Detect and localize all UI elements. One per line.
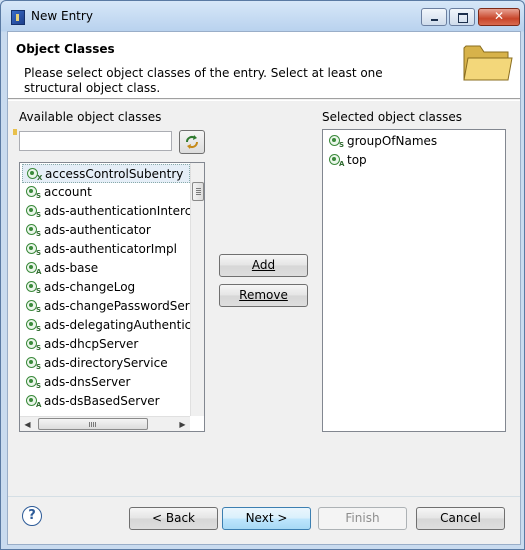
list-item-label: top bbox=[347, 153, 367, 167]
list-item-label: ads-authenticator bbox=[44, 223, 151, 237]
list-item[interactable]: SgroupOfNames bbox=[325, 132, 503, 151]
list-item[interactable]: Sads-delegatingAuthenticato bbox=[22, 316, 204, 335]
minimize-button[interactable] bbox=[421, 8, 447, 26]
list-item-label: account bbox=[44, 185, 92, 199]
object-class-kind: X bbox=[37, 174, 43, 182]
help-icon[interactable]: ? bbox=[22, 506, 42, 526]
available-list-vscrollbar[interactable] bbox=[190, 163, 204, 416]
object-class-kind: S bbox=[36, 325, 42, 333]
title-bar[interactable]: New Entry ✕ bbox=[1, 1, 524, 31]
list-item[interactable]: Sads-dnsServer bbox=[22, 373, 190, 392]
window-title: New Entry bbox=[31, 9, 93, 23]
new-entry-dialog: New Entry ✕ Object Classes Please select… bbox=[0, 0, 525, 550]
page-title: Object Classes bbox=[16, 42, 115, 56]
selected-classes-label: Selected object classes bbox=[322, 110, 463, 124]
list-item[interactable]: Sads-authenticatorImpl bbox=[22, 240, 190, 259]
list-item[interactable]: Aads-dsBasedServer bbox=[22, 392, 190, 411]
list-item[interactable]: XaccessControlSubentry bbox=[22, 164, 190, 183]
add-button-label: Add bbox=[251, 258, 276, 272]
list-item-label: ads-delegatingAuthenticato bbox=[44, 318, 205, 332]
scroll-left-icon[interactable]: ◀ bbox=[20, 417, 35, 431]
list-item-label: ads-directoryService bbox=[44, 356, 168, 370]
header-separator bbox=[8, 100, 520, 101]
next-button[interactable]: Next > bbox=[222, 507, 311, 530]
close-button[interactable]: ✕ bbox=[478, 8, 520, 26]
object-class-kind: S bbox=[36, 344, 42, 352]
list-item[interactable]: Atop bbox=[325, 151, 503, 170]
filter-input[interactable] bbox=[19, 131, 172, 151]
object-class-kind: S bbox=[36, 249, 42, 257]
list-item-label: ads-dnsServer bbox=[44, 375, 131, 389]
filter-marker-icon bbox=[13, 129, 17, 135]
available-list-hscrollbar[interactable]: ◀ ▶ bbox=[20, 416, 190, 431]
object-class-kind: S bbox=[339, 141, 345, 149]
list-item[interactable]: Sads-changePasswordServer bbox=[22, 297, 204, 316]
list-item[interactable]: Aads-base bbox=[22, 259, 190, 278]
object-class-kind: S bbox=[36, 192, 42, 200]
scroll-right-icon[interactable]: ▶ bbox=[175, 417, 190, 431]
list-item-label: ads-changeLog bbox=[44, 280, 136, 294]
wizard-header: Object Classes Please select object clas… bbox=[8, 32, 520, 99]
list-item[interactable]: Sads-changeLog bbox=[22, 278, 190, 297]
close-icon: ✕ bbox=[493, 9, 505, 23]
list-item-label: ads-dhcpServer bbox=[44, 337, 139, 351]
object-class-kind: S bbox=[36, 230, 42, 238]
maximize-button[interactable] bbox=[449, 8, 475, 26]
object-class-kind: S bbox=[36, 306, 42, 314]
remove-button-label: Remove bbox=[239, 288, 288, 302]
list-item-label: ads-changePasswordServer bbox=[44, 299, 205, 313]
object-class-kind: A bbox=[36, 268, 42, 276]
back-button[interactable]: < Back bbox=[129, 507, 218, 530]
refresh-icon bbox=[186, 135, 198, 149]
cancel-button[interactable]: Cancel bbox=[416, 507, 505, 530]
object-class-kind: S bbox=[36, 287, 42, 295]
list-item-label: groupOfNames bbox=[347, 134, 438, 148]
finish-button[interactable]: Finish bbox=[318, 507, 407, 530]
add-button[interactable]: Add bbox=[219, 254, 308, 277]
available-classes-label: Available object classes bbox=[19, 110, 162, 124]
list-item-label: ads-authenticatorImpl bbox=[44, 242, 177, 256]
remove-button[interactable]: Remove bbox=[219, 284, 308, 307]
list-item[interactable]: Sads-dhcpServer bbox=[22, 335, 190, 354]
object-class-kind: A bbox=[339, 160, 345, 168]
hscroll-thumb[interactable] bbox=[38, 418, 148, 430]
object-class-kind: S bbox=[36, 363, 42, 371]
dialog-client-area: Object Classes Please select object clas… bbox=[7, 31, 521, 545]
footer-separator bbox=[8, 496, 520, 497]
list-item-label: accessControlSubentry bbox=[45, 167, 184, 181]
list-item[interactable]: Saccount bbox=[22, 183, 190, 202]
page-description: Please select object classes of the entr… bbox=[24, 66, 383, 95]
folder-icon bbox=[463, 45, 513, 81]
list-item-label: ads-authenticationIntercep bbox=[44, 204, 205, 218]
refresh-button[interactable] bbox=[179, 130, 205, 154]
app-icon bbox=[11, 10, 25, 25]
list-item-label: ads-base bbox=[44, 261, 99, 275]
list-item-label: ads-dsBasedServer bbox=[44, 394, 160, 408]
object-class-kind: S bbox=[36, 211, 42, 219]
available-classes-list[interactable]: XaccessControlSubentry Saccount Sads-authe… bbox=[19, 162, 205, 432]
list-item[interactable]: Sads-authenticator bbox=[22, 221, 190, 240]
list-item[interactable]: Sads-authenticationIntercep bbox=[22, 202, 204, 221]
list-item[interactable]: Sads-directoryService bbox=[22, 354, 190, 373]
selected-classes-list[interactable]: SgroupOfNames Atop bbox=[322, 129, 506, 432]
object-class-kind: A bbox=[36, 401, 42, 409]
object-class-kind: S bbox=[36, 382, 42, 390]
vscroll-thumb[interactable] bbox=[192, 182, 204, 201]
